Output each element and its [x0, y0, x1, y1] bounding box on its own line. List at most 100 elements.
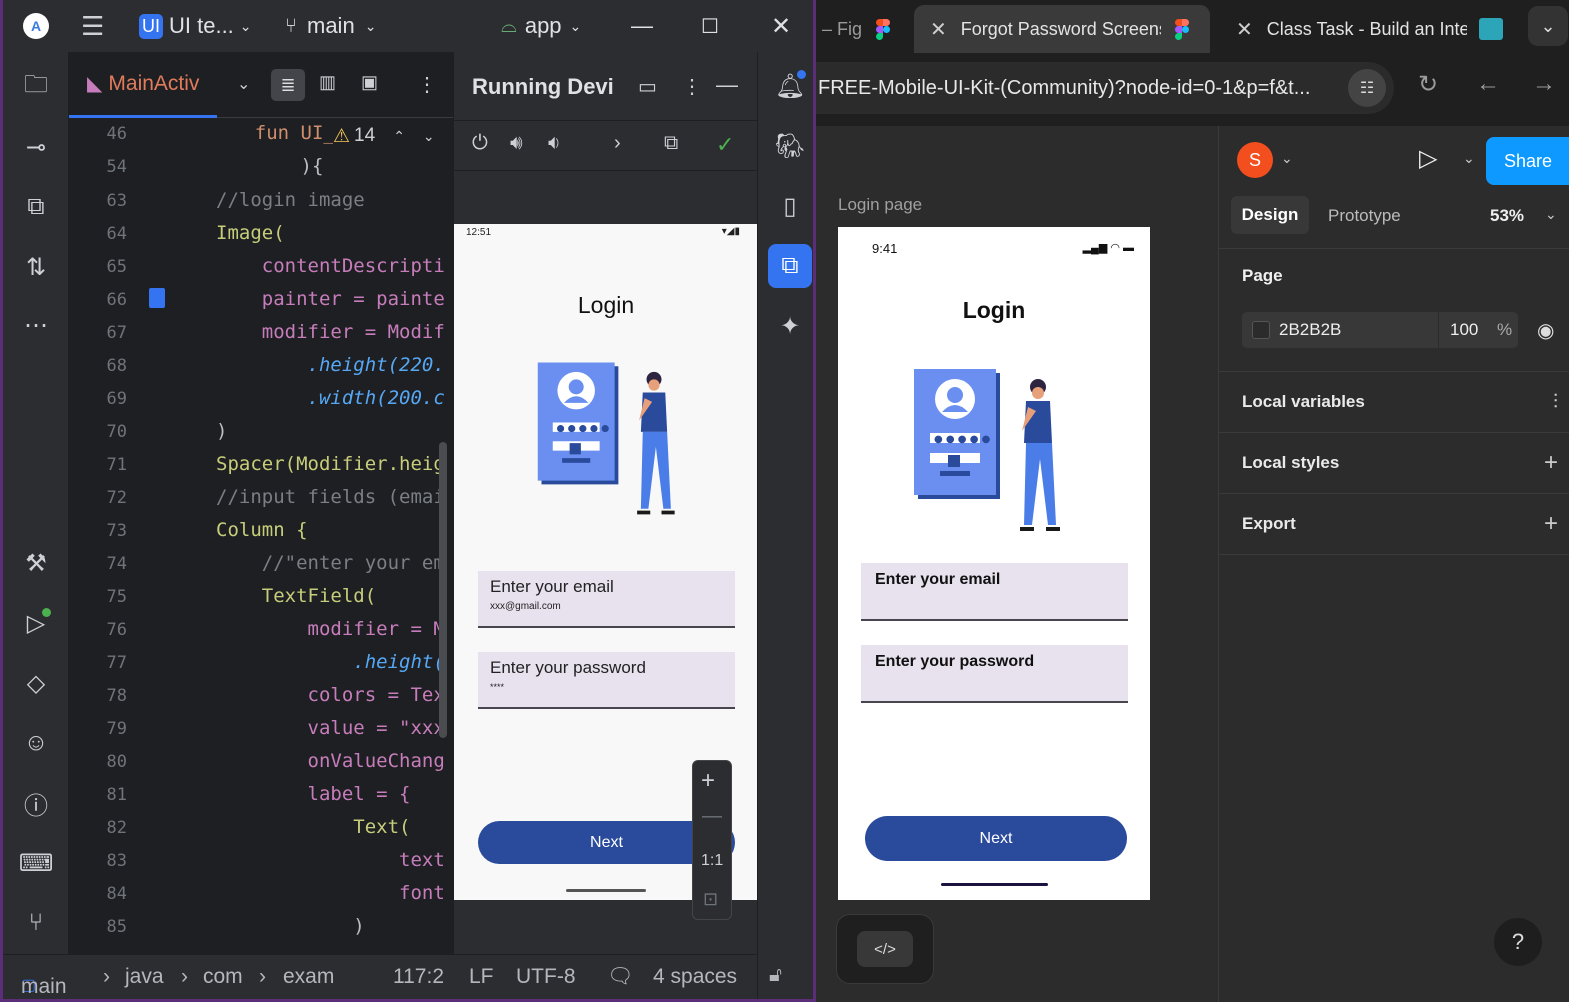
add-icon[interactable]: + — [1544, 449, 1558, 477]
share-button[interactable]: Share — [1486, 137, 1569, 185]
chevron-right-icon[interactable]: › — [614, 132, 621, 155]
gemini-sparkle-icon[interactable]: ✦ — [768, 304, 812, 348]
chevron-down-icon[interactable]: ⌄ — [423, 128, 435, 145]
present-icon[interactable]: ▷ — [1419, 144, 1437, 173]
page-color-field[interactable]: 2B2B2B 100 % — [1242, 312, 1518, 348]
password-field[interactable]: Enter your password — [861, 645, 1128, 703]
avatar[interactable]: S — [1237, 142, 1273, 178]
notifications-icon[interactable]: 🔔︎ — [768, 64, 812, 108]
export-row[interactable]: Export + — [1219, 494, 1569, 555]
indent-setting[interactable]: 4 spaces — [653, 965, 737, 989]
email-textfield[interactable]: Enter your email xxx@gmail.com — [478, 571, 735, 628]
zoom-actual-size[interactable]: 1:1 — [701, 852, 723, 870]
reload-icon[interactable]: ↻ — [1418, 70, 1438, 99]
preview-thumbnail-icon[interactable] — [149, 288, 165, 308]
close-tab-icon[interactable]: ✕ — [1236, 17, 1253, 42]
pull-requests-icon[interactable]: ⇅ — [21, 252, 51, 282]
maximize-icon[interactable]: ☐ — [701, 0, 719, 52]
warning-badge[interactable]: ⚠ 14 ⌃ ⌄ — [333, 122, 453, 150]
branch-selector[interactable]: ⑂ main ⌄ — [285, 0, 376, 52]
code-icon[interactable]: </> — [857, 931, 913, 967]
password-textfield[interactable]: Enter your password **** — [478, 652, 735, 709]
checkmark-icon[interactable]: ✓ — [716, 132, 734, 158]
site-settings-icon[interactable]: ☷ — [1348, 69, 1386, 107]
back-icon[interactable]: ← — [1476, 70, 1500, 98]
email-field[interactable]: Enter your email — [861, 563, 1128, 621]
address-bar[interactable]: FREE-Mobile-UI-Kit-(Community)?node-id=0… — [816, 62, 1394, 114]
tab-design[interactable]: Design — [1231, 196, 1309, 234]
project-folder-icon[interactable]: 🗀 — [21, 71, 51, 102]
breadcrumb-exam[interactable]: exam — [283, 965, 334, 989]
editor-tab-mainactivity[interactable]: ◣ MainActiv — [69, 52, 217, 118]
minimize-icon[interactable]: — — [631, 0, 653, 52]
color-swatch[interactable] — [1252, 321, 1270, 339]
add-icon[interactable]: + — [1544, 510, 1558, 538]
split-view-icon[interactable]: ▥ — [319, 72, 336, 93]
dev-mode-toggle[interactable]: </> — [836, 914, 934, 984]
version-control-icon[interactable]: ⑂ — [21, 908, 51, 938]
close-window-icon[interactable]: ✕ — [771, 0, 791, 52]
running-devices-icon[interactable]: ⧉ — [768, 244, 812, 288]
run-icon[interactable]: ▷ — [21, 608, 51, 638]
figma-login-frame[interactable]: 9:41 ▂▄▆ ◠ ▬ Login ● ● ● ● ● Enter your … — [838, 227, 1150, 900]
main-menu-icon[interactable]: ☰ — [81, 0, 104, 52]
resource-manager-icon[interactable]: ⧉ — [21, 192, 51, 222]
chevron-down-icon[interactable]: ⌄ — [1463, 150, 1475, 167]
page-color-value[interactable]: 2B2B2B — [1279, 320, 1341, 340]
gem-icon[interactable]: ◇ — [21, 668, 51, 698]
local-styles-row[interactable]: Local styles + — [1219, 433, 1569, 494]
window-layout-icon[interactable]: ▭ — [638, 74, 657, 99]
volume-up-icon[interactable]: 🔊︎ — [510, 132, 523, 155]
chevron-down-icon[interactable]: ⌄ — [237, 74, 250, 94]
lock-icon[interactable]: 🔓︎ — [769, 964, 782, 987]
volume-down-icon[interactable]: 🔉︎ — [548, 132, 561, 155]
browser-tab-forgot-password[interactable]: ✕ Forgot Password Screens — [914, 5, 1210, 53]
project-selector[interactable]: UI UI te... ⌄ — [139, 0, 252, 52]
chevron-up-icon[interactable]: ⌃ — [393, 128, 405, 145]
variables-settings-icon[interactable]: ⫶ — [1553, 391, 1558, 414]
zoom-level[interactable]: 53% — [1490, 206, 1524, 226]
chevron-down-icon[interactable]: ⌄ — [1281, 150, 1293, 167]
tab-prototype[interactable]: Prototype — [1328, 206, 1401, 226]
browser-tab-figma[interactable]: – Fig — [816, 5, 914, 53]
close-tab-icon[interactable]: ✕ — [930, 17, 947, 42]
page-opacity-value[interactable]: 100 — [1450, 320, 1478, 340]
terminal-icon[interactable]: ⌨ — [19, 848, 54, 878]
design-view-icon[interactable]: ▣ — [361, 72, 378, 93]
problems-icon[interactable]: ⓘ — [21, 788, 51, 820]
power-icon[interactable]: ⏻ — [472, 132, 488, 155]
zoom-out-icon[interactable]: — — [702, 805, 722, 828]
more-icon[interactable]: ⋮ — [417, 72, 437, 97]
more-tools-icon[interactable]: ⋯ — [21, 310, 51, 340]
zoom-in-icon[interactable]: + — [701, 767, 715, 795]
build-hammer-icon[interactable]: ⚒ — [21, 548, 51, 578]
editor-scrollbar[interactable] — [439, 442, 447, 738]
file-encoding[interactable]: UTF-8 — [516, 965, 576, 989]
next-button[interactable]: Next — [865, 816, 1127, 861]
more-icon[interactable]: ⋮ — [682, 74, 702, 99]
breadcrumb-java[interactable]: java — [125, 965, 164, 989]
fit-screen-icon[interactable]: ⊡ — [703, 889, 718, 910]
hide-panel-icon[interactable]: — — [716, 72, 738, 98]
help-button[interactable]: ? — [1494, 918, 1542, 966]
screenshot-icon[interactable]: ⧉ — [664, 132, 678, 155]
logcat-icon[interactable]: ☺ — [21, 728, 51, 758]
breadcrumb-com[interactable]: com — [203, 965, 243, 989]
figma-canvas[interactable]: Login page 9:41 ▂▄▆ ◠ ▬ Login ● ● ● ● ● — [816, 126, 1218, 1002]
speech-bubble-icon[interactable]: 🗨︎ — [607, 965, 634, 989]
chevron-down-icon[interactable]: ⌄ — [1545, 206, 1557, 223]
code-editor[interactable]: fun UI_re ⚠ 14 ⌃ ⌄ ){ //login image Imag… — [209, 118, 453, 954]
gradle-icon[interactable]: 🐘︎ — [768, 124, 812, 168]
device-manager-icon[interactable]: ▯ — [768, 184, 812, 228]
eye-icon[interactable]: ◉ — [1537, 318, 1554, 343]
run-config-selector[interactable]: ⌓ app ⌄ — [501, 0, 581, 52]
commit-icon[interactable]: ⊸ — [21, 132, 51, 162]
local-variables-row[interactable]: Local variables ⫶ — [1219, 372, 1569, 433]
browser-tab-class-task[interactable]: ✕ Class Task - Build an Inter — [1224, 5, 1514, 53]
forward-icon[interactable]: → — [1532, 70, 1556, 98]
code-view-icon[interactable]: ≣ — [271, 69, 305, 101]
frame-label[interactable]: Login page — [838, 195, 922, 215]
line-separator[interactable]: LF — [469, 965, 494, 989]
caret-position[interactable]: 117:2 — [393, 965, 444, 989]
tab-list-button[interactable]: ⌄ — [1528, 6, 1568, 46]
